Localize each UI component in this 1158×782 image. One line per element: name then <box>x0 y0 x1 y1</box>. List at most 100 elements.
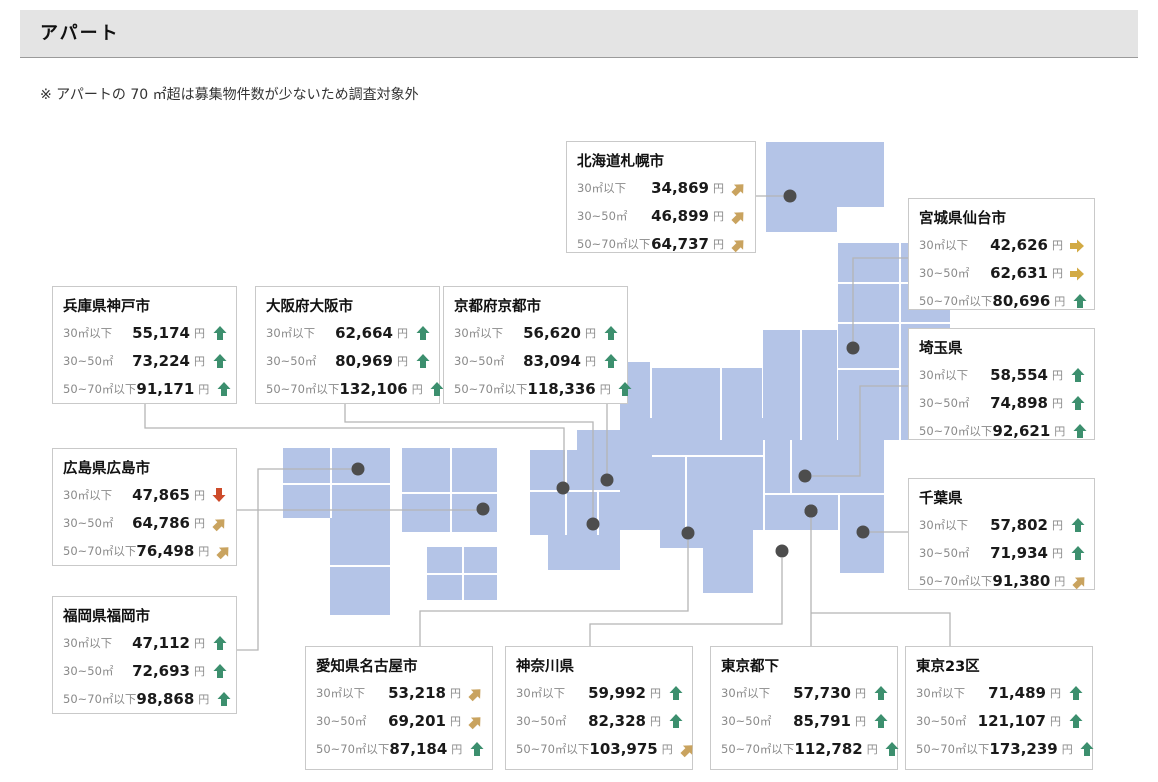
region-card-chiba: 千葉県 30㎡以下 57,802 円 30~50㎡ 71,934 円 50~70… <box>908 478 1095 590</box>
rent-value: 92,621 <box>992 422 1050 440</box>
trend-up-icon <box>211 635 228 652</box>
region-card-hiroshima: 広島県広島市 30㎡以下 47,865 円 30~50㎡ 64,786 円 50… <box>52 448 237 566</box>
yen-unit: 円 <box>194 325 205 341</box>
yen-unit: 円 <box>198 381 209 397</box>
yen-unit: 円 <box>194 353 205 369</box>
yen-unit: 円 <box>585 325 596 341</box>
size-range-label: 30~50㎡ <box>63 663 113 679</box>
rent-row: 30~50㎡ 85,791 円 <box>711 707 897 735</box>
yen-unit: 円 <box>1052 265 1063 281</box>
region-card-kanagawa: 神奈川県 30㎡以下 59,992 円 30~50㎡ 82,328 円 50~7… <box>505 646 693 770</box>
size-range-label: 30㎡以下 <box>316 685 365 701</box>
rent-value: 62,631 <box>969 264 1048 282</box>
trend-up-icon <box>884 741 901 758</box>
rent-row: 50~70㎡以下 173,239 円 <box>906 735 1092 763</box>
trend-up-icon <box>1069 395 1086 412</box>
trend-up-icon <box>215 691 232 708</box>
size-range-label: 30㎡以下 <box>919 517 968 533</box>
trend-up-right-icon <box>463 681 487 705</box>
region-card-kobe: 兵庫県神戸市 30㎡以下 55,174 円 30~50㎡ 73,224 円 50… <box>52 286 237 404</box>
trend-up-icon <box>1069 367 1086 384</box>
rent-row: 50~70㎡以下 132,106 円 <box>256 375 439 403</box>
region-name: 神奈川県 <box>506 647 692 679</box>
region-name: 広島県広島市 <box>53 449 236 481</box>
prefecture-divider <box>450 448 452 532</box>
size-range-label: 50~70㎡以下 <box>316 741 389 757</box>
map-tile <box>548 535 620 570</box>
region-name: 千葉県 <box>909 479 1094 511</box>
region-name: 宮城県仙台市 <box>909 199 1094 231</box>
rent-value: 34,869 <box>626 179 709 197</box>
yen-unit: 円 <box>397 325 408 341</box>
yen-unit: 円 <box>855 685 866 701</box>
trend-up-icon <box>1069 545 1086 562</box>
rent-row: 30~50㎡ 72,693 円 <box>53 657 236 685</box>
map-tile <box>766 142 884 207</box>
rent-value: 73,224 <box>113 352 190 370</box>
rent-row: 30~50㎡ 83,094 円 <box>444 347 627 375</box>
prefecture-divider <box>838 493 840 573</box>
rent-value: 76,498 <box>136 542 194 560</box>
rent-row: 30㎡以下 57,802 円 <box>909 511 1094 539</box>
rent-row: 30~50㎡ 64,786 円 <box>53 509 236 537</box>
map-tile <box>763 440 884 530</box>
rent-row: 30~50㎡ 69,201 円 <box>306 707 492 735</box>
rent-value: 46,899 <box>627 207 709 225</box>
region-card-saitama: 埼玉県 30㎡以下 58,554 円 30~50㎡ 74,898 円 50~70… <box>908 328 1095 440</box>
prefecture-divider <box>283 483 390 485</box>
connector-line-kanagawa <box>590 558 782 646</box>
prefecture-divider <box>597 490 599 535</box>
size-range-label: 50~70㎡以下 <box>916 741 989 757</box>
rent-row: 30~50㎡ 73,224 円 <box>53 347 236 375</box>
yen-unit: 円 <box>194 663 205 679</box>
yen-unit: 円 <box>1054 293 1065 309</box>
trend-up-icon <box>872 685 889 702</box>
yen-unit: 円 <box>662 741 673 757</box>
yen-unit: 円 <box>713 208 724 224</box>
size-range-label: 50~70㎡以下 <box>63 691 136 707</box>
prefecture-divider <box>720 368 722 440</box>
size-range-label: 30㎡以下 <box>916 685 965 701</box>
size-range-label: 50~70㎡以下 <box>721 741 794 757</box>
rent-row: 30㎡以下 53,218 円 <box>306 679 492 707</box>
rent-row: 30㎡以下 55,174 円 <box>53 319 236 347</box>
prefecture-divider <box>838 368 899 370</box>
yen-unit: 円 <box>1050 713 1061 729</box>
prefecture-divider <box>565 450 567 535</box>
trend-up-icon <box>667 713 684 730</box>
rent-value: 85,791 <box>771 712 851 730</box>
yen-unit: 円 <box>1062 741 1073 757</box>
trend-up-icon <box>211 353 228 370</box>
rent-row: 30㎡以下 34,869 円 <box>567 174 755 202</box>
rent-row: 50~70㎡以下 64,737 円 <box>567 230 755 258</box>
trend-up-icon <box>414 353 431 370</box>
rent-row: 50~70㎡以下 98,868 円 <box>53 685 236 713</box>
rent-row: 30~50㎡ 74,898 円 <box>909 389 1094 417</box>
yen-unit: 円 <box>451 741 462 757</box>
size-range-label: 50~70㎡以下 <box>919 423 992 439</box>
region-name: 兵庫県神戸市 <box>53 287 236 319</box>
rent-row: 50~70㎡以下 76,498 円 <box>53 537 236 565</box>
region-name: 埼玉県 <box>909 329 1094 361</box>
rent-value: 71,934 <box>969 544 1048 562</box>
region-name: 北海道札幌市 <box>567 142 755 174</box>
yen-unit: 円 <box>867 741 878 757</box>
connector-line-tokyo-23ku <box>811 613 950 646</box>
rent-value: 112,782 <box>794 740 862 758</box>
prefecture-divider <box>763 493 884 495</box>
trend-up-icon <box>211 663 228 680</box>
rent-value: 72,693 <box>113 662 190 680</box>
rent-value: 132,106 <box>339 380 407 398</box>
rent-value: 69,201 <box>366 712 446 730</box>
region-card-sapporo: 北海道札幌市 30㎡以下 34,869 円 30~50㎡ 46,899 円 50… <box>566 141 756 253</box>
rent-value: 57,730 <box>770 684 851 702</box>
rent-row: 50~70㎡以下 92,621 円 <box>909 417 1094 445</box>
trend-up-right-icon <box>726 176 750 200</box>
trend-up-icon <box>602 353 619 370</box>
region-name: 愛知県名古屋市 <box>306 647 492 679</box>
yen-unit: 円 <box>1054 573 1065 589</box>
rent-row: 30~50㎡ 62,631 円 <box>909 259 1094 287</box>
size-range-label: 30~50㎡ <box>266 353 316 369</box>
size-range-label: 30㎡以下 <box>454 325 503 341</box>
prefecture-divider <box>685 455 687 530</box>
